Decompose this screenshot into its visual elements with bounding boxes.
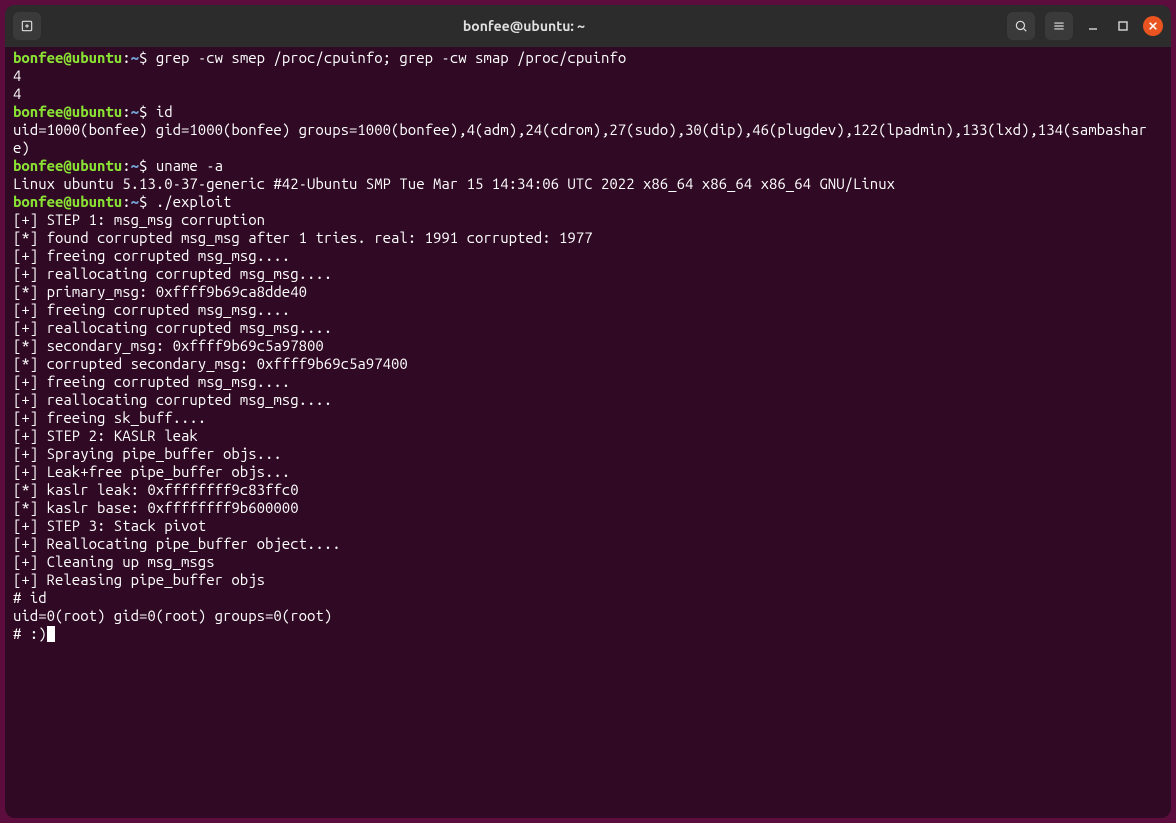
output-text: 4: [13, 67, 21, 84]
output-text: [*] kaslr leak: 0xffffffff9c83ffc0: [13, 481, 299, 498]
prompt-path: ~: [131, 193, 139, 210]
output-text: [+] reallocating corrupted msg_msg....: [13, 391, 332, 408]
output-text: [+] Releasing pipe_buffer objs: [13, 571, 265, 588]
prompt-symbol: $: [139, 193, 156, 210]
titlebar-left-controls: [13, 12, 41, 40]
output-text: uid=1000(bonfee) gid=1000(bonfee) groups…: [13, 121, 1147, 156]
output-text: [+] Leak+free pipe_buffer objs...: [13, 463, 290, 480]
search-button[interactable]: [1007, 12, 1035, 40]
prompt-line: bonfee@ubuntu:~$ id: [13, 103, 1163, 121]
output-line: [+] reallocating corrupted msg_msg....: [13, 265, 1163, 283]
command-text: id: [156, 103, 173, 120]
prompt-line: bonfee@ubuntu:~$ uname -a: [13, 157, 1163, 175]
output-text: [+] STEP 1: msg_msg corruption: [13, 211, 265, 228]
output-line: [+] Leak+free pipe_buffer objs...: [13, 463, 1163, 481]
prompt-user-host: bonfee@ubuntu: [13, 49, 122, 66]
prompt-line: bonfee@ubuntu:~$ grep -cw smep /proc/cpu…: [13, 49, 1163, 67]
output-text: Linux ubuntu 5.13.0-37-generic #42-Ubunt…: [13, 175, 895, 192]
cursor: [47, 626, 55, 642]
minimize-button[interactable]: [1083, 16, 1103, 36]
output-text: [+] reallocating corrupted msg_msg....: [13, 265, 332, 282]
prompt-colon: :: [122, 157, 130, 174]
output-text: [+] freeing corrupted msg_msg....: [13, 247, 290, 264]
new-tab-icon: [20, 19, 34, 33]
prompt-user-host: bonfee@ubuntu: [13, 193, 122, 210]
output-text: uid=0(root) gid=0(root) groups=0(root): [13, 607, 332, 624]
output-text: [+] Spraying pipe_buffer objs...: [13, 445, 282, 462]
maximize-icon: [1117, 20, 1129, 32]
output-line: uid=0(root) gid=0(root) groups=0(root): [13, 607, 1163, 625]
output-line: 4: [13, 67, 1163, 85]
search-icon: [1014, 19, 1028, 33]
prompt-symbol: $: [139, 157, 156, 174]
output-line: # :): [13, 625, 1163, 643]
output-text: [+] Reallocating pipe_buffer object....: [13, 535, 341, 552]
command-text: uname -a: [156, 157, 223, 174]
output-text: [*] found corrupted msg_msg after 1 trie…: [13, 229, 593, 246]
output-line: [*] secondary_msg: 0xffff9b69c5a97800: [13, 337, 1163, 355]
output-line: [*] found corrupted msg_msg after 1 trie…: [13, 229, 1163, 247]
output-text: [+] Cleaning up msg_msgs: [13, 553, 215, 570]
close-icon: [1148, 21, 1158, 31]
prompt-symbol: $: [139, 49, 156, 66]
titlebar: bonfee@ubuntu: ~: [5, 5, 1171, 47]
output-text: [*] kaslr base: 0xffffffff9b600000: [13, 499, 299, 516]
command-text: grep -cw smep /proc/cpuinfo; grep -cw sm…: [156, 49, 626, 66]
minimize-icon: [1087, 20, 1099, 32]
prompt-path: ~: [131, 49, 139, 66]
command-text: ./exploit: [156, 193, 232, 210]
output-line: [+] freeing corrupted msg_msg....: [13, 373, 1163, 391]
output-text: [+] freeing sk_buff....: [13, 409, 206, 426]
prompt-symbol: $: [139, 103, 156, 120]
output-line: 4: [13, 85, 1163, 103]
output-text: [+] reallocating corrupted msg_msg....: [13, 319, 332, 336]
output-line: [+] STEP 1: msg_msg corruption: [13, 211, 1163, 229]
output-line: [+] freeing corrupted msg_msg....: [13, 301, 1163, 319]
prompt-path: ~: [131, 157, 139, 174]
output-line: [+] Cleaning up msg_msgs: [13, 553, 1163, 571]
output-line: [+] reallocating corrupted msg_msg....: [13, 319, 1163, 337]
output-line: [+] STEP 3: Stack pivot: [13, 517, 1163, 535]
output-text: [*] corrupted secondary_msg: 0xffff9b69c…: [13, 355, 408, 372]
prompt-colon: :: [122, 193, 130, 210]
prompt-user-host: bonfee@ubuntu: [13, 157, 122, 174]
output-text: [*] primary_msg: 0xffff9b69ca8dde40: [13, 283, 307, 300]
menu-button[interactable]: [1045, 12, 1073, 40]
prompt-colon: :: [122, 49, 130, 66]
output-line: [+] freeing corrupted msg_msg....: [13, 247, 1163, 265]
prompt-path: ~: [131, 103, 139, 120]
output-text: [+] STEP 3: Stack pivot: [13, 517, 206, 534]
prompt-line: bonfee@ubuntu:~$ ./exploit: [13, 193, 1163, 211]
output-text: # id: [13, 589, 47, 606]
prompt-user-host: bonfee@ubuntu: [13, 103, 122, 120]
maximize-button[interactable]: [1113, 16, 1133, 36]
output-text: 4: [13, 85, 21, 102]
titlebar-right-controls: [1007, 12, 1163, 40]
terminal-window: bonfee@ubuntu: ~ bonfee@ubuntu:~$ grep -…: [5, 5, 1171, 818]
output-line: [*] corrupted secondary_msg: 0xffff9b69c…: [13, 355, 1163, 373]
prompt-colon: :: [122, 103, 130, 120]
output-line: uid=1000(bonfee) gid=1000(bonfee) groups…: [13, 121, 1163, 157]
output-line: [*] kaslr leak: 0xffffffff9c83ffc0: [13, 481, 1163, 499]
output-text: [+] freeing corrupted msg_msg....: [13, 373, 290, 390]
output-text: [*] secondary_msg: 0xffff9b69c5a97800: [13, 337, 324, 354]
hamburger-icon: [1052, 19, 1066, 33]
output-line: [+] STEP 2: KASLR leak: [13, 427, 1163, 445]
terminal-body[interactable]: bonfee@ubuntu:~$ grep -cw smep /proc/cpu…: [5, 47, 1171, 818]
output-line: [+] Reallocating pipe_buffer object....: [13, 535, 1163, 553]
output-line: [*] kaslr base: 0xffffffff9b600000: [13, 499, 1163, 517]
output-line: # id: [13, 589, 1163, 607]
output-line: [+] reallocating corrupted msg_msg....: [13, 391, 1163, 409]
output-line: [+] Releasing pipe_buffer objs: [13, 571, 1163, 589]
output-line: [*] primary_msg: 0xffff9b69ca8dde40: [13, 283, 1163, 301]
new-tab-button[interactable]: [13, 12, 41, 40]
output-line: Linux ubuntu 5.13.0-37-generic #42-Ubunt…: [13, 175, 1163, 193]
output-text: [+] STEP 2: KASLR leak: [13, 427, 198, 444]
root-prompt-text: # :): [13, 625, 47, 642]
output-text: [+] freeing corrupted msg_msg....: [13, 301, 290, 318]
window-title: bonfee@ubuntu: ~: [49, 18, 999, 34]
close-button[interactable]: [1143, 16, 1163, 36]
output-line: [+] freeing sk_buff....: [13, 409, 1163, 427]
output-line: [+] Spraying pipe_buffer objs...: [13, 445, 1163, 463]
